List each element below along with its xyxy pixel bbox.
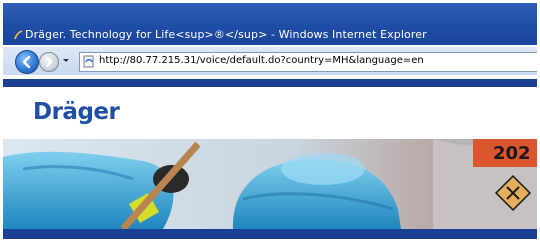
hazard-sign-number: 202 (493, 143, 531, 164)
forward-arrow-icon (46, 57, 52, 67)
navigation-bar: http://80.77.215.31/voice/default.do?cou… (3, 47, 537, 75)
hero-image: 202 (3, 139, 537, 229)
ie-logo-icon (14, 30, 23, 40)
site-header: Dräger (3, 93, 537, 139)
history-dropdown-button[interactable] (61, 53, 71, 67)
address-field[interactable]: http://80.77.215.31/voice/default.do?cou… (79, 52, 537, 72)
page-icon (83, 55, 94, 68)
chevron-down-icon (63, 59, 69, 62)
browser-window: Dräger. Technology for Life<sup>®</sup> … (3, 3, 537, 239)
content-band (3, 229, 537, 239)
window-title: Dräger. Technology for Life<sup>®</sup> … (25, 28, 427, 41)
address-text: http://80.77.215.31/voice/default.do?cou… (99, 55, 424, 66)
title-bar[interactable]: Dräger. Technology for Life<sup>®</sup> … (3, 3, 537, 45)
header-band (3, 79, 537, 87)
back-arrow-icon (22, 55, 31, 69)
back-button[interactable] (15, 50, 39, 74)
brand-logo[interactable]: Dräger (33, 99, 120, 125)
forward-button[interactable] (39, 52, 59, 72)
